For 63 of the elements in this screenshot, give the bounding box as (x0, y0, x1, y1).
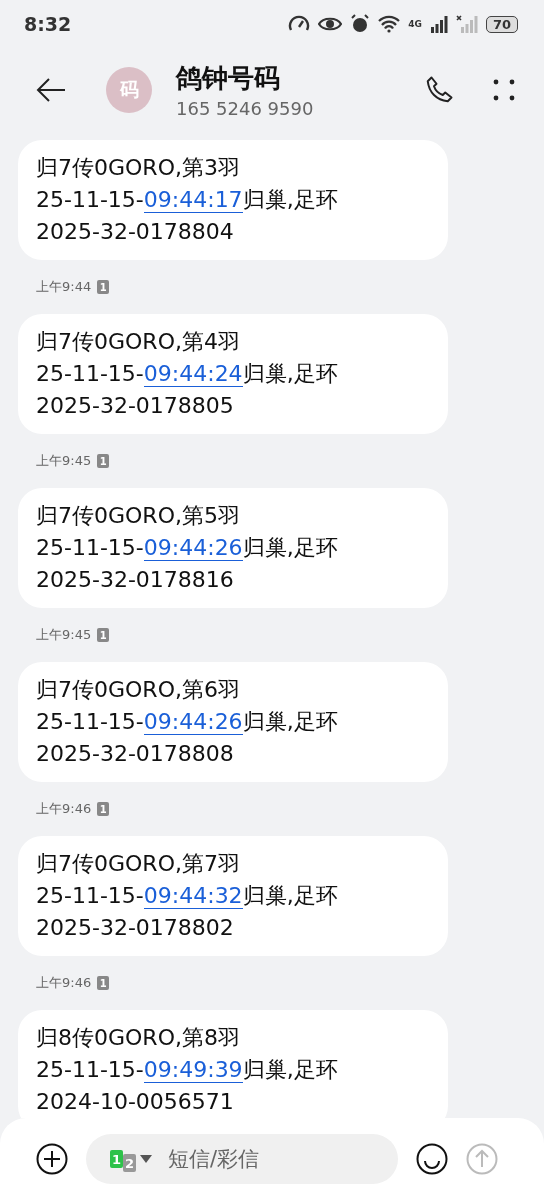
clock-time: 8:32 (24, 13, 72, 35)
message-line: 归7传0GORO,第6羽 (36, 676, 241, 704)
time-link[interactable]: 09:44:26 (143, 535, 243, 561)
message-bubble[interactable]: 归8传0GORO,第8羽 25-11-15-09:49:39归巢,足环 2024-10-0056571 (18, 1010, 448, 1118)
message-date: 25-11-15- (36, 883, 144, 908)
message-text: 归巢,足环 (242, 883, 338, 908)
message-time: 上午9:44 (36, 278, 92, 296)
more-menu-button[interactable] (492, 78, 516, 102)
message-date: 25-11-15- (36, 535, 144, 560)
message-date: 25-11-15- (36, 1057, 144, 1082)
message-bubble[interactable]: 归7传0GORO,第7羽 25-11-15-09:44:32归巢,足环 2025-32-0178802 (18, 836, 448, 956)
sim-badge: 1 (97, 628, 110, 642)
sim-badge: 1 (97, 802, 110, 816)
ring-number: 2025-32-0178805 (36, 392, 235, 420)
signal-icon (429, 15, 448, 33)
message-bubble[interactable]: 归7传0GORO,第5羽 25-11-15-09:44:26归巢,足环 2025-32-0178816 (18, 488, 448, 608)
message-time: 上午9:46 (36, 800, 92, 818)
ring-number: 2025-32-0178808 (36, 740, 235, 768)
time-link[interactable]: 09:49:39 (143, 1057, 243, 1083)
ring-number: 2024-10-0056571 (36, 1088, 235, 1116)
time-link[interactable]: 09:44:32 (143, 883, 243, 909)
eye-icon (318, 16, 343, 32)
message-text: 归巢,足环 (242, 187, 338, 212)
emoji-button[interactable] (416, 1143, 448, 1175)
message-time: 上午9:45 (36, 452, 92, 470)
contact-name: 鸽钟号码 (176, 62, 281, 95)
ring-number: 2025-32-0178804 (36, 218, 235, 246)
sim-badge: 1 (97, 976, 110, 990)
message-date: 25-11-15- (36, 709, 144, 734)
message-bubble[interactable]: 归7传0GORO,第3羽 25-11-15-09:44:17归巢,足环 2025-32-0178804 (18, 140, 448, 260)
network-type: 4G (408, 19, 422, 29)
time-link[interactable]: 09:44:26 (143, 709, 243, 735)
sim-badge: 1 (97, 454, 110, 468)
add-button[interactable] (36, 1143, 68, 1175)
message-line: 归8传0GORO,第8羽 (36, 1024, 241, 1052)
message-bubble[interactable]: 归7传0GORO,第6羽 25-11-15-09:44:26归巢,足环 2025-32-0178808 (18, 662, 448, 782)
message-bubble[interactable]: 归7传0GORO,第4羽 25-11-15-09:44:24归巢,足环 2025-32-0178805 (18, 314, 448, 434)
message-text: 归巢,足环 (242, 1057, 338, 1082)
ring-number: 2025-32-0178816 (36, 566, 235, 594)
message-line: 归7传0GORO,第4羽 (36, 328, 241, 356)
ring-number: 2025-32-0178802 (36, 914, 235, 942)
message-date: 25-11-15- (36, 187, 144, 212)
message-date: 25-11-15- (36, 361, 144, 386)
message-text: 归巢,足环 (242, 361, 338, 386)
phone-number: 165 5246 9590 (176, 98, 315, 119)
signal-off-icon (455, 15, 478, 33)
sim-badge: 1 (97, 280, 110, 294)
message-text: 归巢,足环 (242, 709, 338, 734)
wifi-icon (378, 15, 401, 33)
phone-call-button[interactable] (424, 75, 454, 105)
message-line: 归7传0GORO,第3羽 (36, 154, 241, 182)
battery-level: 70 (485, 15, 518, 33)
contact-avatar: 码 (106, 67, 152, 113)
alarm-icon (350, 14, 371, 34)
time-link[interactable]: 09:44:17 (143, 187, 243, 213)
message-time: 上午9:46 (36, 974, 92, 992)
back-button[interactable] (36, 78, 66, 102)
dropdown-caret-icon[interactable] (140, 1155, 152, 1163)
message-time: 上午9:45 (36, 626, 92, 644)
message-text: 归巢,足环 (242, 535, 338, 560)
message-line: 归7传0GORO,第7羽 (36, 850, 241, 878)
message-line: 归7传0GORO,第5羽 (36, 502, 241, 530)
time-link[interactable]: 09:44:24 (143, 361, 243, 387)
